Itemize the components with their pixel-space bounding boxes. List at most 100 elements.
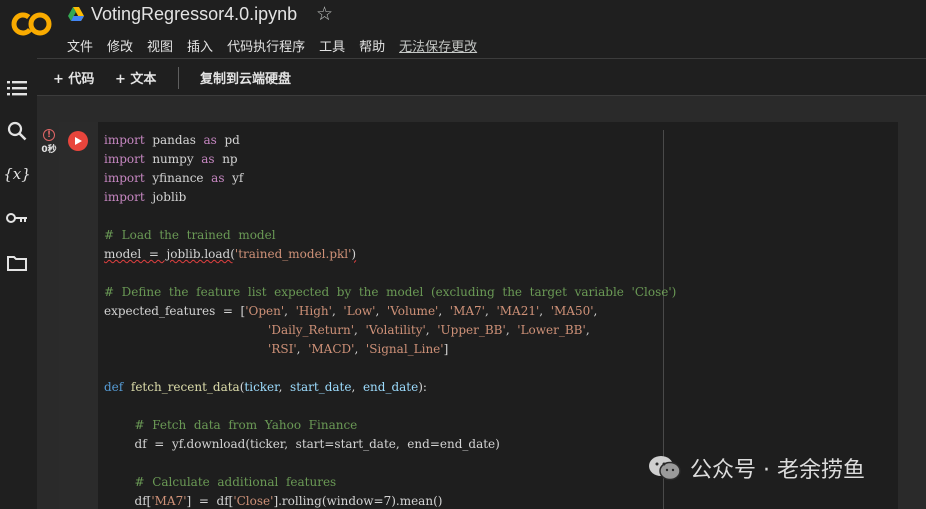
menu-runtime[interactable]: 代码执行程序 <box>227 36 305 55</box>
colab-logo[interactable] <box>11 9 53 39</box>
code-token: # Load the trained model <box>104 228 276 242</box>
code-token: joblib <box>144 190 187 204</box>
code-token: import <box>104 133 145 147</box>
code-token: 'Lower_BB' <box>517 323 586 337</box>
toolbar-divider <box>178 67 179 89</box>
add-code-button[interactable]: + 代码 <box>53 68 94 87</box>
error-icon: ! <box>43 129 55 141</box>
code-line: 'RSI', 'MACD', 'Signal_Line'] <box>104 340 676 359</box>
code-token: 'Daily_Return' <box>268 323 355 337</box>
code-token: # Calculate additional features <box>134 475 337 489</box>
watermark-text: 公众号 · 老余捞鱼 <box>690 458 865 483</box>
app-header: VotingRegressor4.0.ipynb ☆ 文件 修改 视图 插入 代… <box>0 0 926 58</box>
google-drive-icon <box>68 6 84 21</box>
code-token: 'Open' <box>245 304 285 318</box>
code-line: # Load the trained model <box>104 226 676 245</box>
notebook-title[interactable]: VotingRegressor4.0.ipynb <box>91 4 297 25</box>
code-line: expected_features = ['Open', 'High', 'Lo… <box>104 302 676 321</box>
code-token: df[ <box>104 494 152 508</box>
code-token: numpy <box>144 152 202 166</box>
code-token: 'RSI' <box>268 342 297 356</box>
code-token: ] <box>443 342 449 356</box>
code-token: 'Close' <box>233 494 274 508</box>
copy-to-drive-button[interactable]: 复制到云端硬盘 <box>200 68 291 87</box>
code-token: ) <box>351 247 357 261</box>
menu-view[interactable]: 视图 <box>147 36 173 55</box>
star-icon[interactable]: ☆ <box>316 3 333 25</box>
code-line: import joblib <box>104 188 676 207</box>
code-line: import pandas as pd <box>104 131 676 150</box>
execution-time: 0秒 <box>41 145 57 155</box>
code-token: pd <box>216 133 240 147</box>
menu-help[interactable]: 帮助 <box>359 36 385 55</box>
code-token: , <box>354 342 366 356</box>
code-line: # Calculate additional features <box>104 473 676 492</box>
code-token: 'Signal_Line' <box>365 342 444 356</box>
menu-file[interactable]: 文件 <box>67 36 93 55</box>
code-token: ): <box>418 380 427 394</box>
code-cell[interactable]: import pandas as pd import numpy as np imp… <box>59 122 898 509</box>
cell-execution-status: ! 0秒 <box>39 129 59 155</box>
code-token: as <box>203 133 217 147</box>
code-line: # Define the feature list expected by th… <box>104 283 676 302</box>
code-token: expected_features = [ <box>104 304 246 318</box>
code-line: import numpy as np <box>104 150 676 169</box>
code-editor[interactable]: import pandas as pd import numpy as np imp… <box>104 131 676 509</box>
code-token: as <box>201 152 215 166</box>
code-token: def <box>104 380 124 394</box>
code-token: 'MA50' <box>550 304 594 318</box>
code-token: 'Volatility' <box>365 323 426 337</box>
code-token: , <box>375 304 387 318</box>
menu-edit[interactable]: 修改 <box>107 36 133 55</box>
code-token: 'High' <box>295 304 332 318</box>
menu-insert[interactable]: 插入 <box>187 36 213 55</box>
files-folder-icon[interactable] <box>5 251 29 275</box>
code-token: ] = df[ <box>186 494 234 508</box>
toolbar: + 代码 + 文本 复制到云端硬盘 <box>37 58 926 96</box>
code-token: fetch_recent_data <box>130 380 240 394</box>
code-token: , <box>296 342 309 356</box>
code-line: import yfinance as yf <box>104 169 676 188</box>
menu-bar: 文件 修改 视图 插入 代码执行程序 工具 帮助 无法保存更改 <box>67 36 491 55</box>
code-token: 'Low' <box>343 304 376 318</box>
code-token: end_date <box>362 380 419 394</box>
code-token: import <box>104 152 145 166</box>
code-token: , <box>425 323 438 337</box>
watermark: 公众号 · 老余捞鱼 <box>648 452 865 484</box>
code-line: df = yf.download(ticker, start=start_dat… <box>104 435 676 454</box>
code-token: start_date <box>290 380 352 394</box>
menu-tools[interactable]: 工具 <box>319 36 345 55</box>
code-token: as <box>211 171 225 185</box>
code-token: # Define the feature list expected by th… <box>104 285 677 299</box>
code-token: pandas <box>144 133 204 147</box>
code-token: , <box>284 304 296 318</box>
table-of-contents-icon[interactable] <box>5 76 29 100</box>
secrets-key-icon[interactable] <box>5 206 29 230</box>
code-token: np <box>214 152 238 166</box>
code-line: def fetch_recent_data(ticker, start_date… <box>104 378 676 397</box>
code-token: , <box>593 304 598 318</box>
code-token: yf <box>224 171 244 185</box>
play-icon <box>75 137 82 145</box>
cannot-save-link[interactable]: 无法保存更改 <box>399 36 477 55</box>
code-token: import <box>104 190 145 204</box>
variables-icon[interactable]: {x} <box>3 162 31 186</box>
code-token: import <box>104 171 145 185</box>
code-token: ].rolling(window=7).mean() <box>273 494 443 508</box>
add-text-button[interactable]: + 文本 <box>115 68 156 87</box>
wechat-icon <box>649 456 681 481</box>
search-icon[interactable] <box>5 119 29 143</box>
run-cell-button[interactable] <box>68 131 88 151</box>
code-token: 'Upper_BB' <box>437 323 506 337</box>
code-token: , <box>354 323 366 337</box>
code-token: df = yf.download(ticker, start=start_dat… <box>104 437 500 451</box>
code-token: model = joblib.load( <box>104 247 235 261</box>
